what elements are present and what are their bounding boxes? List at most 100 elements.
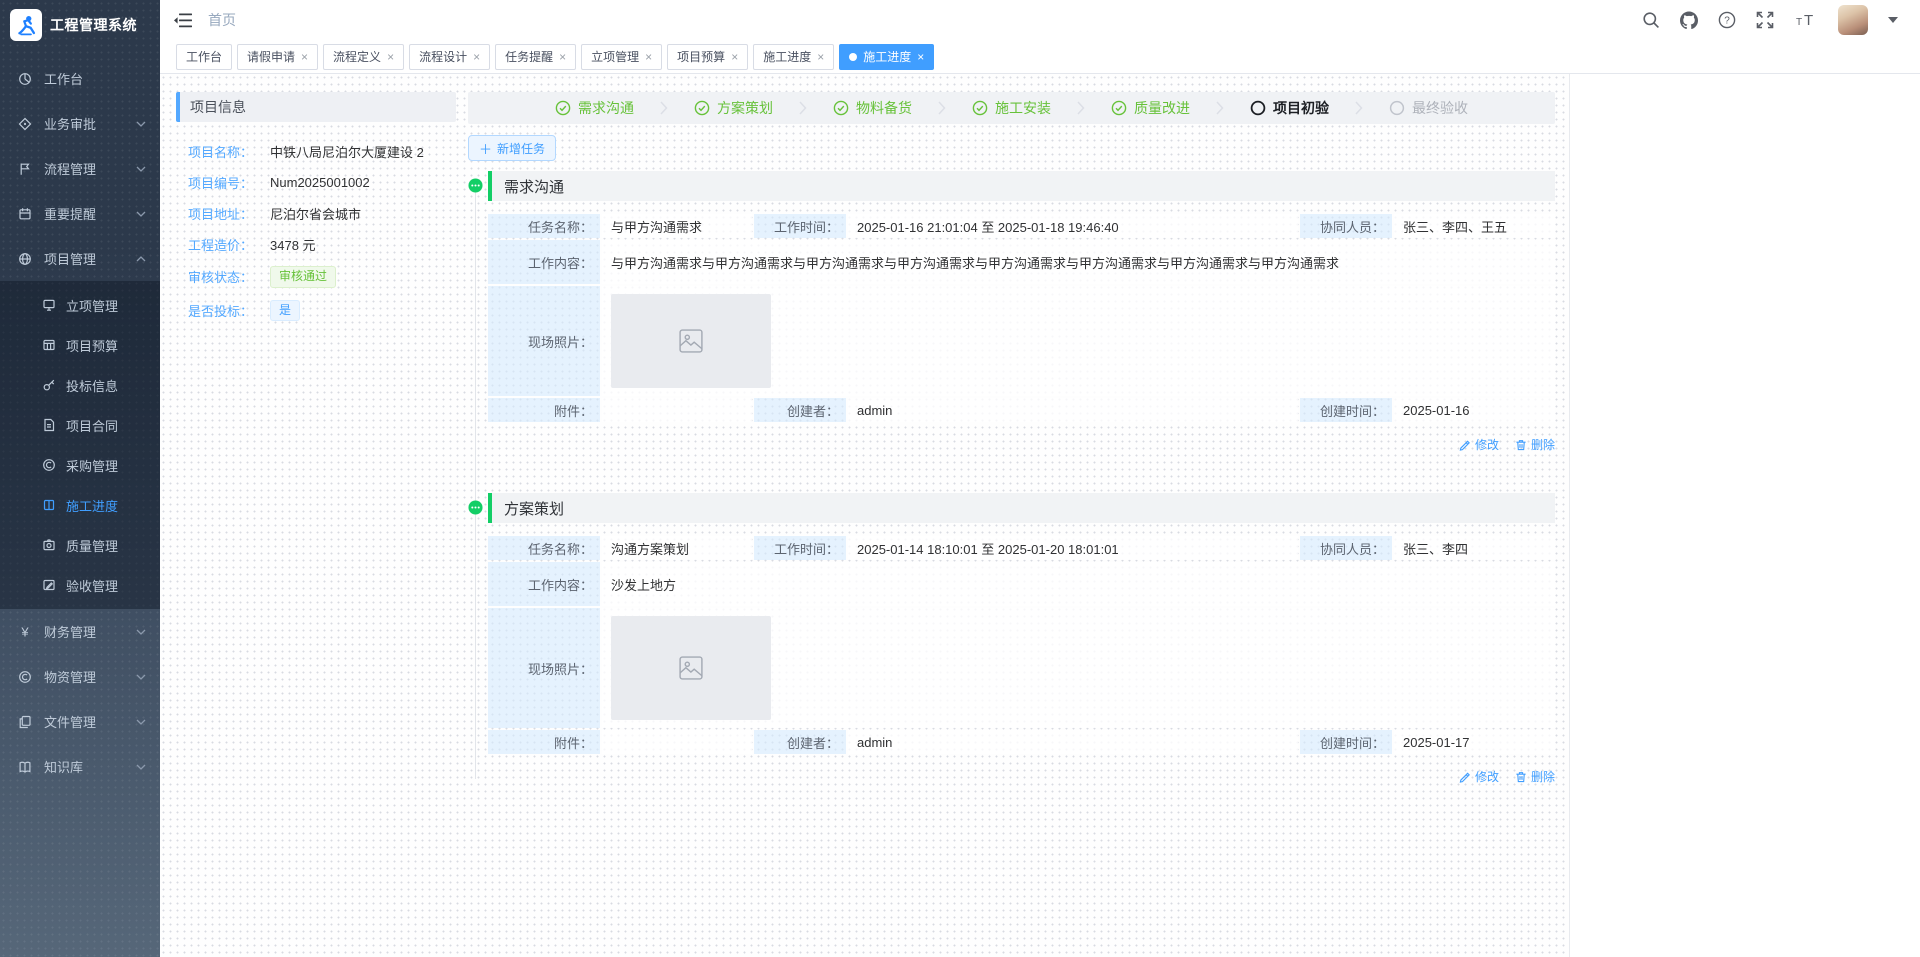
sidebar-item-finance[interactable]: ¥ 财务管理 [0, 609, 160, 654]
timeline-node-icon [468, 178, 483, 193]
trash-icon [1516, 439, 1526, 450]
tab-label: 请假申请 [247, 50, 296, 64]
step-demand[interactable]: 需求沟通 [555, 98, 634, 118]
section-header: 需求沟通 [488, 171, 1555, 201]
sidebar-item-approval[interactable]: 业务审批 [0, 101, 160, 146]
sidebar-item-label: 质量管理 [66, 538, 119, 554]
breadcrumb[interactable]: 首页 [208, 10, 236, 30]
close-tab-icon[interactable]: × [817, 51, 824, 63]
delete-task-link[interactable]: 删除 [1515, 436, 1555, 453]
svg-text:¥: ¥ [20, 625, 29, 639]
edit-label: 修改 [1474, 770, 1499, 784]
material-icon [19, 670, 31, 683]
sidebar-item-bid[interactable]: 投标信息 [0, 365, 160, 405]
tab-task-reminder[interactable]: 任务提醒 × [495, 43, 577, 70]
sidebar-item-label: 文件管理 [44, 715, 97, 730]
chevron-down-icon [136, 211, 146, 217]
photo-placeholder[interactable] [611, 616, 771, 720]
step-install[interactable]: 施工安装 [972, 98, 1051, 118]
sidebar-item-contract[interactable]: 项目合同 [0, 405, 160, 445]
tab-process-design[interactable]: 流程设计 × [409, 43, 491, 70]
task-actions: 修改 删除 [488, 436, 1555, 453]
caret-down-icon[interactable] [1888, 17, 1898, 23]
sidebar-item-process[interactable]: 流程管理 [0, 146, 160, 191]
add-task-button[interactable]: ＋ 新增任务 [468, 135, 557, 161]
edit-icon [1459, 440, 1470, 451]
sidebar-item-initiation[interactable]: 立项管理 [0, 285, 160, 325]
sidebar-item-purchase[interactable]: 采购管理 [0, 445, 160, 485]
sidebar-item-label: 业务审批 [44, 117, 97, 132]
github-icon[interactable] [1680, 11, 1698, 29]
sidebar-item-material[interactable]: 物资管理 [0, 654, 160, 699]
step-initial-acceptance[interactable]: 项目初验 [1250, 98, 1329, 118]
step-stock[interactable]: 物料备货 [833, 98, 912, 118]
tab-budget[interactable]: 项目预算 × [667, 43, 749, 70]
search-icon[interactable] [1642, 11, 1660, 29]
active-tab-dot [849, 52, 858, 61]
task-name-label: 任务名称： [488, 536, 600, 560]
sidebar-item-progress[interactable]: 施工进度 [0, 485, 160, 525]
progress-panel: 需求沟通 方案策划 物料备货 施工安装 质量改进 项目初验 最终验收 ＋ 新增任… [468, 92, 1555, 825]
delete-task-link[interactable]: 删除 [1515, 768, 1555, 785]
section-header: 方案策划 [488, 493, 1555, 523]
creator-label: 创建者： [754, 398, 846, 422]
step-plan[interactable]: 方案策划 [694, 98, 773, 118]
sidebar-item-workbench[interactable]: 工作台 [0, 56, 160, 101]
close-tab-icon[interactable]: × [387, 51, 394, 63]
close-tab-icon[interactable]: × [645, 51, 652, 63]
tab-leave-request[interactable]: 请假申请 × [237, 43, 319, 70]
close-tab-icon[interactable]: × [473, 51, 480, 63]
step-label: 物料备货 [856, 100, 912, 116]
sidebar-item-reminder[interactable]: 重要提醒 [0, 191, 160, 236]
work-content-label: 工作内容： [488, 562, 600, 606]
field-value: Num2025001002 [270, 175, 370, 190]
edit-icon [1459, 772, 1470, 783]
sidebar-item-acceptance[interactable]: 验收管理 [0, 565, 160, 605]
sidebar-item-quality[interactable]: 质量管理 [0, 525, 160, 565]
file-icon [19, 715, 31, 728]
created-at-value: 2025-01-17 [1394, 730, 1555, 754]
svg-text:T: T [1796, 17, 1802, 28]
sidebar-item-project[interactable]: 项目管理 [0, 236, 160, 281]
sidebar-item-label: 项目合同 [66, 418, 119, 434]
close-tab-icon[interactable]: × [731, 51, 738, 63]
tab-initiation[interactable]: 立项管理 × [581, 43, 663, 70]
content-area: 项目信息 项目名称： 中铁八局尼泊尔大厦建设 2 项目编号： Num202500… [160, 74, 1570, 957]
svg-text:?: ? [1724, 16, 1730, 27]
creator-label: 创建者： [754, 730, 846, 754]
edit-task-link[interactable]: 修改 [1459, 768, 1499, 785]
step-final-acceptance[interactable]: 最终验收 [1389, 98, 1468, 118]
check-circle-icon [694, 100, 710, 116]
tab-label: 施工进度 [763, 50, 812, 64]
photo-placeholder[interactable] [611, 294, 771, 388]
app-window: 工程管理系统 工作台 业务审批 流程管理 重要提醒 项目管理 立项管理 项目预算… [0, 0, 1920, 957]
step-label: 施工安装 [995, 100, 1051, 116]
sidebar-item-files[interactable]: 文件管理 [0, 699, 160, 744]
step-quality[interactable]: 质量改进 [1111, 98, 1190, 118]
step-separator-icon [799, 101, 807, 115]
edit-task-link[interactable]: 修改 [1459, 436, 1499, 453]
tab-process-definition[interactable]: 流程定义 × [323, 43, 405, 70]
section-title: 需求沟通 [504, 178, 565, 196]
add-task-label: 新增任务 [497, 141, 546, 156]
close-tab-icon[interactable]: × [559, 51, 566, 63]
font-size-icon[interactable]: TT [1794, 11, 1818, 29]
close-tab-icon[interactable]: × [917, 51, 924, 63]
sidebar-item-budget[interactable]: 项目预算 [0, 325, 160, 365]
tab-workbench[interactable]: 工作台 [176, 43, 233, 70]
creator-value: admin [848, 398, 1298, 422]
avatar[interactable] [1838, 5, 1868, 35]
field-project-cost: 工程造价： 3478 元 [188, 235, 456, 254]
sidebar-item-knowledge[interactable]: 知识库 [0, 744, 160, 789]
help-icon[interactable]: ? [1718, 11, 1736, 29]
chevron-down-icon [136, 674, 146, 680]
tab-progress[interactable]: 施工进度 × [753, 43, 835, 70]
tab-progress-active[interactable]: 施工进度 × [839, 43, 935, 70]
collapse-sidebar-icon[interactable] [174, 13, 192, 28]
fullscreen-icon[interactable] [1756, 11, 1774, 29]
tab-label: 流程定义 [333, 50, 382, 64]
logo-row[interactable]: 工程管理系统 [0, 0, 160, 50]
project-submenu: 立项管理 项目预算 投标信息 项目合同 采购管理 施工进度 质量管理 验收管理 [0, 281, 160, 609]
close-tab-icon[interactable]: × [301, 51, 308, 63]
check-circle-icon [972, 100, 988, 116]
